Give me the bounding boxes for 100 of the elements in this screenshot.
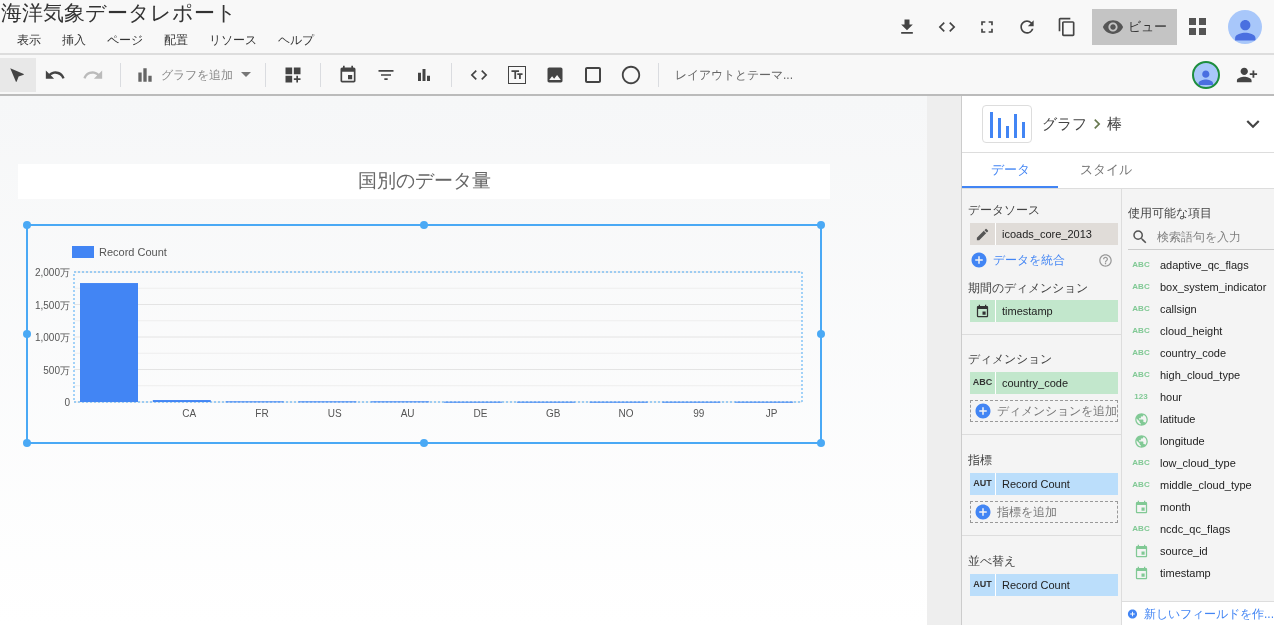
- help-icon[interactable]: [1098, 252, 1113, 268]
- resize-handle[interactable]: [817, 439, 825, 447]
- y-tick-label: 500万: [43, 364, 70, 376]
- x-tick-label: DE: [473, 408, 488, 419]
- field-name: Record Count: [1001, 476, 1070, 492]
- available-field[interactable]: ABC cloud_height: [1122, 320, 1274, 342]
- apps-grid-icon[interactable]: [1189, 18, 1206, 35]
- x-tick-label: AU: [400, 408, 415, 419]
- resize-handle[interactable]: [817, 221, 825, 229]
- section-heading: 指標: [967, 453, 993, 467]
- add-chart-dropdown[interactable]: グラフを追加: [129, 64, 257, 85]
- field-name: Record Count: [1001, 577, 1070, 593]
- field-name: icoads_core_2013: [1001, 226, 1092, 242]
- add-icon: [970, 251, 988, 269]
- field-type-label: ABC: [1132, 325, 1150, 337]
- field-chip[interactable]: ABC country_code: [970, 372, 1118, 394]
- search-field[interactable]: 検索語句を入力: [1157, 227, 1272, 246]
- menu-item[interactable]: ページ: [107, 31, 143, 49]
- x-tick-label: JP: [765, 408, 778, 419]
- panel-tab[interactable]: スタイル: [1058, 153, 1154, 188]
- available-field[interactable]: source_id: [1122, 540, 1274, 562]
- available-field[interactable]: 123 hour: [1122, 386, 1274, 408]
- view-button[interactable]: ビュー: [1092, 8, 1177, 45]
- available-field[interactable]: ABC callsign: [1122, 298, 1274, 320]
- field-type-label: AUT: [973, 477, 992, 491]
- menu-item[interactable]: 挿入: [62, 31, 86, 49]
- field-name: country_code: [1001, 375, 1069, 391]
- field-type-label: ABC: [1132, 347, 1150, 359]
- legend-swatch: [72, 246, 94, 258]
- section-heading: 期間のディメンション: [967, 281, 1089, 295]
- menu-item[interactable]: ヘルプ: [278, 31, 314, 49]
- available-field[interactable]: ABC adaptive_qc_flags: [1122, 254, 1274, 276]
- resize-handle[interactable]: [420, 221, 428, 229]
- globe-icon: [1133, 433, 1149, 449]
- available-field[interactable]: timestamp: [1122, 562, 1274, 584]
- report-title[interactable]: 海洋気象データレポート: [0, 1, 888, 25]
- globe-icon: [1133, 411, 1149, 427]
- y-tick-label: 1,000万: [34, 332, 70, 343]
- x-tick-label: FR: [255, 408, 269, 419]
- section-heading: データソース: [967, 203, 1041, 217]
- field-chip[interactable]: AUT Record Count: [970, 473, 1118, 495]
- menu-item[interactable]: リソース: [209, 31, 257, 49]
- menu-item[interactable]: 表示: [17, 31, 41, 49]
- y-tick-label: 1,500万: [34, 299, 70, 311]
- field-chip[interactable]: timestamp: [970, 300, 1118, 322]
- field-name: timestamp: [1001, 303, 1053, 319]
- chart-title[interactable]: 国別のデータ量: [18, 164, 830, 199]
- search-icon: [1131, 227, 1149, 246]
- y-tick-label: 2,000万: [34, 267, 70, 278]
- x-tick-label: CA: [182, 408, 197, 419]
- caret-icon: [241, 72, 251, 77]
- field-type-label: ABC: [1132, 369, 1150, 381]
- edit-icon[interactable]: [975, 226, 990, 242]
- menu-item[interactable]: 配置: [164, 31, 188, 49]
- add-icon: [974, 503, 992, 521]
- bar-chart-icon: [982, 105, 1032, 143]
- add-field-button[interactable]: 指標を追加: [970, 501, 1118, 523]
- available-field[interactable]: month: [1122, 496, 1274, 518]
- field-type-label: ABC: [1132, 457, 1150, 469]
- breadcrumb-item[interactable]: グラフ: [1042, 112, 1087, 136]
- field-type-label: ABC: [1132, 281, 1150, 293]
- resize-handle[interactable]: [420, 439, 428, 447]
- field-chip[interactable]: AUT Record Count: [970, 574, 1118, 596]
- calendar-icon: [1133, 499, 1149, 515]
- collaborator-avatar[interactable]: [1192, 60, 1220, 89]
- account-avatar[interactable]: [1228, 9, 1262, 44]
- y-tick-label: 0: [64, 397, 70, 408]
- available-field[interactable]: ABC high_cloud_type: [1122, 364, 1274, 386]
- field-type-label: AUT: [973, 578, 992, 592]
- add-field-button[interactable]: ディメンションを追加: [970, 400, 1118, 422]
- available-field[interactable]: latitude: [1122, 408, 1274, 430]
- calendar-icon: [1133, 565, 1149, 581]
- section-heading: 使用可能な項目: [1127, 206, 1213, 220]
- field-type-label: ABC: [1132, 259, 1150, 271]
- layout-theme-button[interactable]: レイアウトとテーマ...: [667, 65, 801, 84]
- legend-label: Record Count: [99, 246, 167, 258]
- field-type-label: ABC: [1132, 523, 1150, 535]
- x-tick-label: US: [327, 408, 342, 419]
- x-tick-label: NO: [618, 408, 634, 419]
- field-type-label: ABC: [1132, 303, 1150, 315]
- resize-handle[interactable]: [23, 439, 31, 447]
- select-pointer-icon[interactable]: [0, 57, 36, 92]
- available-field[interactable]: longitude: [1122, 430, 1274, 452]
- resize-handle[interactable]: [23, 221, 31, 229]
- available-field[interactable]: ABC ncdc_qc_flags: [1122, 518, 1274, 540]
- available-field[interactable]: ABC box_system_indicator: [1122, 276, 1274, 298]
- field-type-label: ABC: [972, 376, 993, 390]
- breadcrumb-item[interactable]: 棒: [1107, 112, 1122, 136]
- field-type-label: ABC: [1132, 479, 1150, 491]
- field-chip[interactable]: icoads_core_2013: [970, 223, 1118, 245]
- calendar-icon: [975, 303, 990, 319]
- create-field-button[interactable]: 新しいフィールドを作...: [1122, 601, 1274, 625]
- field-type-label: 123: [1134, 391, 1148, 403]
- add-icon: [974, 402, 992, 420]
- x-tick-label: 99: [693, 408, 705, 419]
- available-field[interactable]: ABC country_code: [1122, 342, 1274, 364]
- resize-handle[interactable]: [817, 330, 825, 338]
- available-field[interactable]: ABC low_cloud_type: [1122, 452, 1274, 474]
- available-field[interactable]: ABC middle_cloud_type: [1122, 474, 1274, 496]
- resize-handle[interactable]: [23, 330, 31, 338]
